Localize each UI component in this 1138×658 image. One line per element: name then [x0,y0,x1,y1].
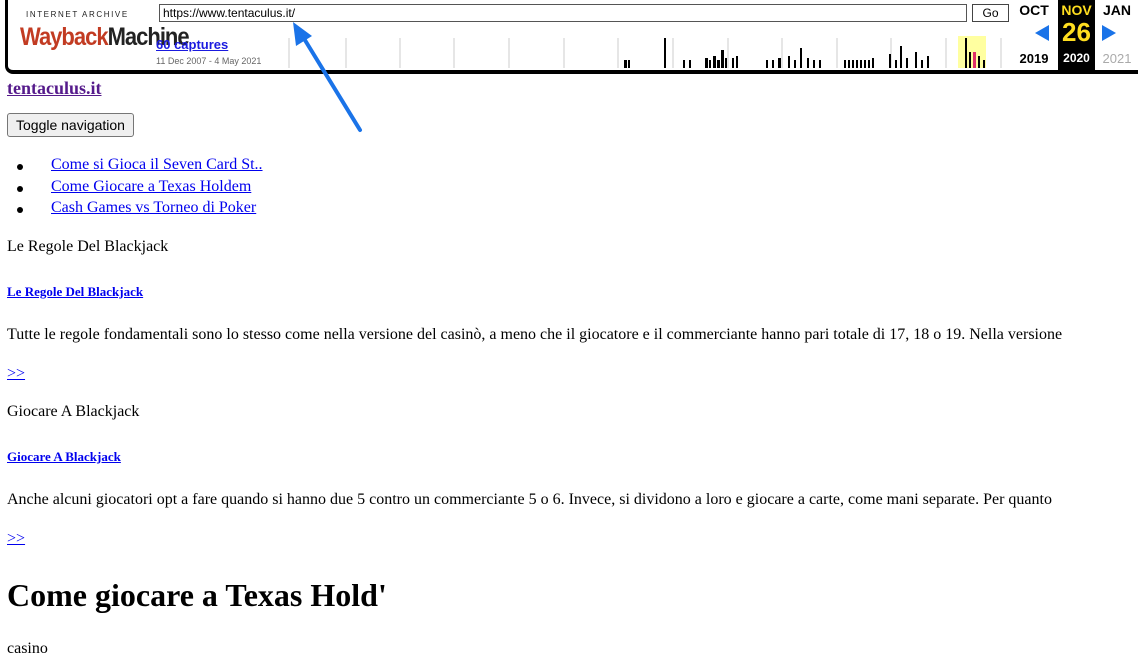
previous-capture-arrow-icon[interactable] [1035,25,1049,41]
page-heading: Come giocare a Texas Hold' [7,577,387,613]
sparkline-bars [624,38,985,68]
calendar-current-day: 26 [1062,17,1091,47]
nav-link-cash-games[interactable]: Cash Games vs Torneo di Poker [51,199,256,216]
site-title-link[interactable]: tentaculus.it [7,78,102,99]
section1-more-link[interactable]: >> [7,365,25,383]
sparkline-current-year-highlight [958,36,986,68]
wayback-url-input[interactable] [159,4,967,22]
nav-link-seven-card[interactable]: Come si Gioca il Seven Card St.. [51,156,263,173]
calendar-current-column: NOV 26 2020 [1058,0,1095,70]
section1-body: Tutte le regole fondamentali sono lo ste… [7,326,1063,343]
wayback-toolbar: INTERNET ARCHIVE WaybackMachine Go 60 ca… [5,0,1138,74]
next-capture-arrow-icon[interactable] [1102,25,1116,41]
go-button[interactable]: Go [972,4,1009,22]
capture-sparkline[interactable] [286,32,1006,68]
calendar-next-month: JAN [1102,2,1131,18]
nav-list-item: Come Giocare a Texas Holdem [17,178,263,200]
nav-list-item: Come si Gioca il Seven Card St.. [17,156,263,178]
sparkline-year-dividers [288,38,1002,68]
captures-link[interactable]: 60 captures [156,37,228,52]
calendar-current-month: NOV [1061,2,1092,18]
section1-title: Le Regole Del Blackjack [7,238,169,255]
calendar-prev-year: 2019 [1019,51,1049,66]
nav-list-item: Cash Games vs Torneo di Poker [17,199,263,221]
nav-list: Come si Gioca il Seven Card St.. Come Gi… [17,156,263,221]
calendar-current-year: 2020 [1063,51,1090,65]
footer-word: casino [7,640,48,657]
sparkline-current-capture [973,52,976,68]
capture-date-range: 11 Dec 2007 - 4 May 2021 [156,56,262,66]
section2-body: Anche alcuni giocatori opt a fare quando… [7,491,1052,508]
section2-more-link[interactable]: >> [7,530,25,548]
section1-heading-link[interactable]: Le Regole Del Blackjack [7,284,143,300]
nav-link-texas-holdem[interactable]: Come Giocare a Texas Holdem [51,178,251,195]
section2-title: Giocare A Blackjack [7,403,140,420]
calendar-next-year: 2021 [1102,51,1132,66]
calendar-prev-month: OCT [1019,2,1049,18]
wayback-logo[interactable]: INTERNET ARCHIVE WaybackMachine [20,6,190,56]
logo-internet-archive-text: INTERNET ARCHIVE [26,10,129,19]
toggle-navigation-button[interactable]: Toggle navigation [7,113,134,137]
section2-heading-link[interactable]: Giocare A Blackjack [7,449,121,465]
